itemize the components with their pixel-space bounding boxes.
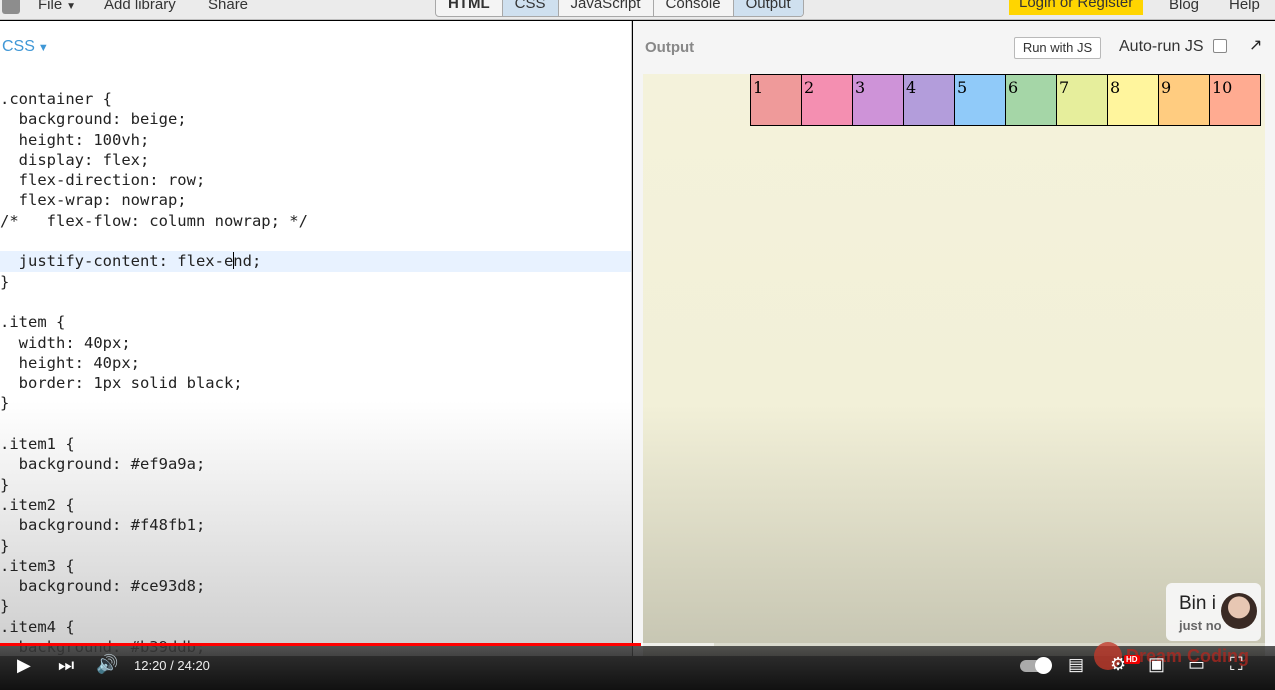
code-line[interactable]: justify-content: flex-end; [0,251,631,272]
output-preview-frame: 1 2 3 4 5 6 7 8 9 10 [643,74,1265,656]
code-line[interactable]: .container { [0,89,631,109]
css-panel-title-label: CSS [2,38,35,55]
blog-link[interactable]: Blog [1169,0,1199,13]
avatar [1221,593,1257,629]
code-line[interactable]: .item { [0,312,631,332]
code-line[interactable]: flex-direction: row; [0,170,631,190]
play-icon[interactable]: ▶ [17,655,31,676]
caret-down-icon: ▼ [66,1,77,12]
code-line[interactable]: background: #ce93d8; [0,576,631,596]
flex-item-7: 7 [1056,74,1108,126]
help-link[interactable]: Help [1229,0,1260,13]
theater-mode-icon[interactable]: ▭ [1188,654,1205,675]
code-line[interactable]: background: #f48fb1; [0,515,631,535]
code-line[interactable] [0,414,631,434]
text-cursor [233,252,235,270]
auto-run-js-checkbox[interactable] [1213,39,1227,53]
code-line[interactable]: .item1 { [0,434,631,454]
output-title: Output [645,39,695,56]
code-line[interactable]: .item2 { [0,495,631,515]
miniplayer-icon[interactable]: ▣ [1148,654,1165,675]
code-line[interactable]: } [0,272,631,292]
code-line[interactable] [0,231,631,251]
video-time: 12:20 / 24:20 [134,658,210,673]
code-line[interactable]: display: flex; [0,150,631,170]
tab-console[interactable]: Console [654,0,734,16]
panel-tabs: HTML CSS JavaScript Console Output [435,0,804,17]
add-library-menu[interactable]: Add library [104,0,176,13]
notification-toast[interactable]: Bin i just no [1166,583,1261,641]
tab-output[interactable]: Output [733,0,803,16]
code-line[interactable]: border: 1px solid black; [0,373,631,393]
jsbin-logo-icon[interactable] [2,0,20,14]
login-register-button[interactable]: Login or Register [1009,0,1144,15]
popout-arrow-icon[interactable]: ↗ [1249,35,1262,55]
fullscreen-icon[interactable]: ⛶ [1230,654,1243,675]
code-line[interactable]: flex-wrap: nowrap; [0,190,631,210]
caret-down-icon: ▼ [37,42,49,54]
share-menu[interactable]: Share [208,0,248,13]
code-line[interactable]: /* flex-flow: column nowrap; */ [0,211,631,231]
code-line[interactable]: height: 40px; [0,353,631,373]
tab-html[interactable]: HTML [436,0,503,16]
code-line[interactable]: } [0,393,631,413]
auto-run-js-label: Auto-run JS [1119,38,1204,55]
flex-item-5: 5 [954,74,1006,126]
code-line[interactable] [0,292,631,312]
code-line[interactable]: } [0,596,631,616]
subtitles-icon[interactable]: ▤ [1068,655,1084,675]
flex-item-4: 4 [903,74,955,126]
code-line[interactable]: width: 40px; [0,333,631,353]
next-icon[interactable]: ⏭ [58,655,74,676]
hd-badge: HD [1124,655,1140,664]
css-code-area[interactable]: .container { background: beige; height: … [0,89,631,656]
flex-item-3: 3 [852,74,904,126]
autoplay-toggle[interactable] [1020,657,1052,674]
code-line[interactable]: height: 100vh; [0,130,631,150]
video-controls: ▶ ⏭ 🔊 12:20 / 24:20 ▤ Dream Coding ⚙ HD … [0,642,1275,690]
flex-item-1: 1 [750,74,802,126]
flex-container: 1 2 3 4 5 6 7 8 9 10 [750,74,1261,126]
tab-javascript[interactable]: JavaScript [559,0,654,16]
tab-css[interactable]: CSS [502,0,559,16]
toast-name: Bin i [1179,593,1216,614]
flex-item-6: 6 [1005,74,1057,126]
code-line[interactable]: background: beige; [0,109,631,129]
flex-item-9: 9 [1158,74,1210,126]
code-line[interactable]: background: #ef9a9a; [0,454,631,474]
file-menu[interactable]: File ▼ [38,0,76,13]
code-line[interactable]: .item4 { [0,617,631,637]
code-line[interactable]: .item3 { [0,556,631,576]
code-line[interactable]: } [0,536,631,556]
volume-icon[interactable]: 🔊 [96,654,118,675]
flex-item-2: 2 [801,74,853,126]
flex-item-10: 10 [1209,74,1261,126]
flex-item-8: 8 [1107,74,1159,126]
run-with-js-button[interactable]: Run with JS [1014,37,1101,59]
file-menu-label: File [38,0,63,13]
css-editor-panel: CSS ▼ .container { background: beige; hei… [0,21,632,656]
toast-subtitle: just no [1179,618,1222,633]
code-line[interactable]: } [0,475,631,495]
css-panel-title[interactable]: CSS ▼ [2,38,49,56]
jsbin-toolbar: File ▼ Add library Share HTML CSS JavaScr… [0,0,1275,20]
output-panel: Output Run with JS Auto-run JS ↗ 1234567… [633,21,1275,656]
